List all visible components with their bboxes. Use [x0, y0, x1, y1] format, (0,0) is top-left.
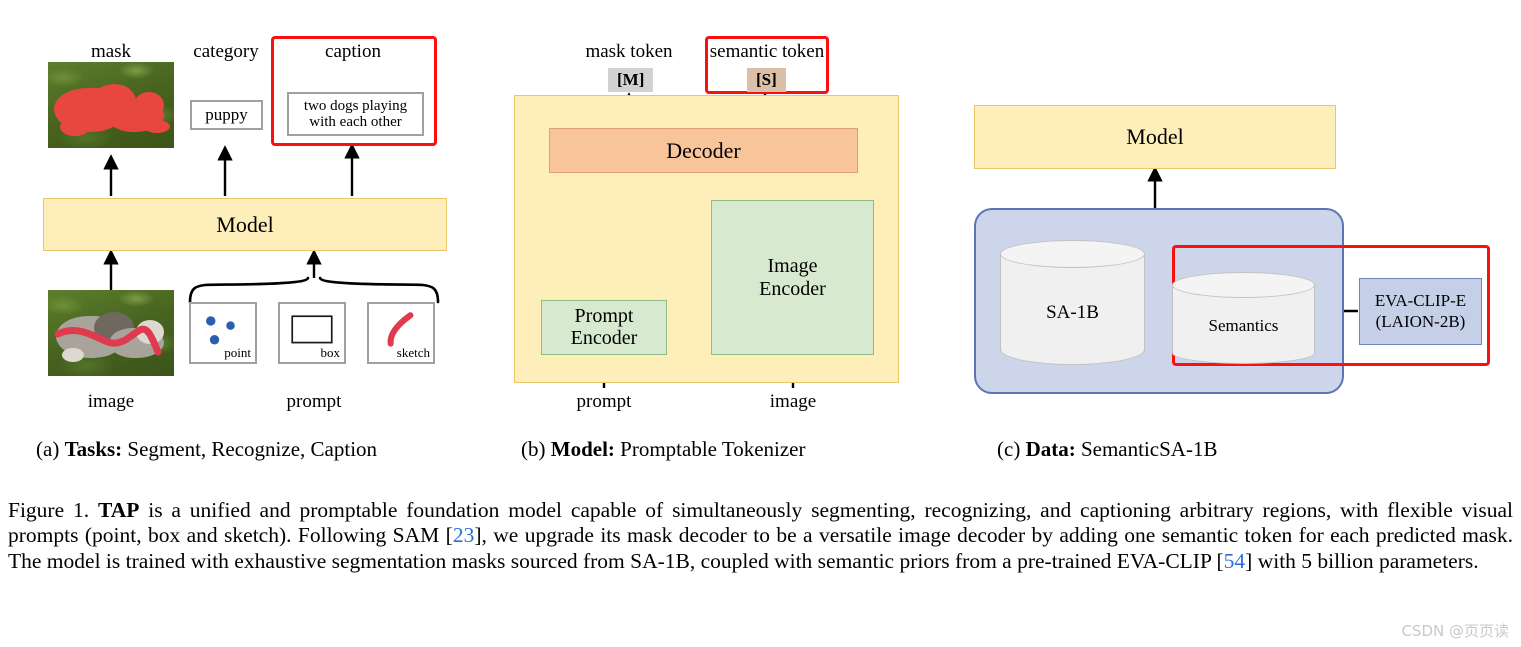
panel-c-caption-bold: Data: [1025, 437, 1076, 461]
mask-output-label: mask [90, 41, 132, 62]
prompt-box-label: box [320, 345, 341, 360]
semantics-cylinder: Semantics [1172, 272, 1315, 372]
category-value-box: puppy [190, 100, 263, 130]
semantic-token-chip: [S] [747, 68, 786, 92]
panel-b-caption-bold: Model: [550, 437, 615, 461]
figure-caption-part3: ] with 5 billion parameters. [1245, 548, 1479, 573]
decoder-label: Decoder [666, 137, 741, 163]
prompt-encoder-label-line1: Prompt [574, 304, 634, 327]
panel-b-caption-prefix: (b) [521, 437, 546, 461]
panel-c-caption-prefix: (c) [997, 437, 1021, 461]
figure-caption-lead: Figure 1. [8, 498, 90, 522]
panel-a-caption-rest: Segment, Recognize, Caption [127, 437, 378, 461]
prompt-encoder-block: Prompt Encoder [541, 300, 667, 355]
eva-clip-label-line1: EVA-CLIP-E [1374, 291, 1467, 311]
caption-value-line2: with each other [309, 114, 402, 130]
panel-a-model-box: Model [43, 198, 447, 251]
figure-caption: Figure 1. TAP is a unified and promptabl… [8, 498, 1513, 574]
prompt-point-label: point [224, 345, 251, 360]
panel-c-model-label: Model [1126, 124, 1184, 149]
panel-a-caption: (a) Tasks: Segment, Recognize, Caption [36, 437, 377, 462]
caption-value-box: two dogs playing with each other [287, 92, 424, 136]
prompt-sketch-label: sketch [396, 345, 430, 360]
panel-c-model-box: Model [974, 105, 1336, 169]
prompt-point-box: point [189, 302, 257, 364]
image-encoder-label-line1: Image [767, 255, 818, 278]
image-encoder-label-line2: Encoder [759, 277, 826, 300]
semantic-token-label: semantic token [709, 41, 825, 62]
panel-c-caption: (c) Data: SemanticSA-1B [997, 437, 1217, 462]
sa1b-label: SA-1B [1046, 302, 1099, 323]
panel-b-image-input-label: image [769, 391, 817, 412]
caption-output-label: caption [325, 41, 381, 62]
input-image-thumbnail [48, 290, 174, 376]
category-value: puppy [205, 105, 248, 124]
prompt-encoder-label-line2: Encoder [570, 326, 638, 349]
eva-clip-label-line2: (LAION-2B) [1375, 311, 1466, 331]
csdn-watermark: CSDN @页页读 [1401, 622, 1509, 640]
panel-c-caption-rest: SemanticSA-1B [1080, 437, 1218, 461]
eva-clip-box: EVA-CLIP-E (LAION-2B) [1359, 278, 1482, 345]
decoder-block: Decoder [549, 128, 858, 173]
prompt-input-label: prompt [286, 391, 342, 412]
panel-b-prompt-input-label: prompt [576, 391, 632, 412]
category-output-label: category [193, 41, 259, 62]
semantics-label: Semantics [1208, 316, 1279, 335]
panel-a-caption-prefix: (a) [36, 437, 60, 461]
caption-value-line1: two dogs playing [303, 97, 408, 114]
prompt-sketch-box: sketch [367, 302, 435, 364]
figure-caption-term: TAP [97, 498, 140, 522]
image-input-label: image [87, 391, 135, 412]
panel-b-caption: (b) Model: Promptable Tokenizer [521, 437, 806, 462]
panel-b-caption-rest: Promptable Tokenizer [620, 437, 806, 461]
prompt-box-box: box [278, 302, 346, 364]
mask-thumbnail [48, 62, 174, 148]
citation-23[interactable]: 23 [453, 523, 475, 547]
image-encoder-block: Image Encoder [711, 200, 874, 355]
sa1b-cylinder: SA-1B [1000, 240, 1145, 375]
panel-a-caption-bold: Tasks: [64, 437, 123, 461]
mask-token-chip: [M] [608, 68, 654, 92]
citation-54[interactable]: 54 [1224, 549, 1246, 573]
mask-token-label: mask token [585, 41, 673, 62]
panel-a-model-label: Model [216, 211, 274, 237]
